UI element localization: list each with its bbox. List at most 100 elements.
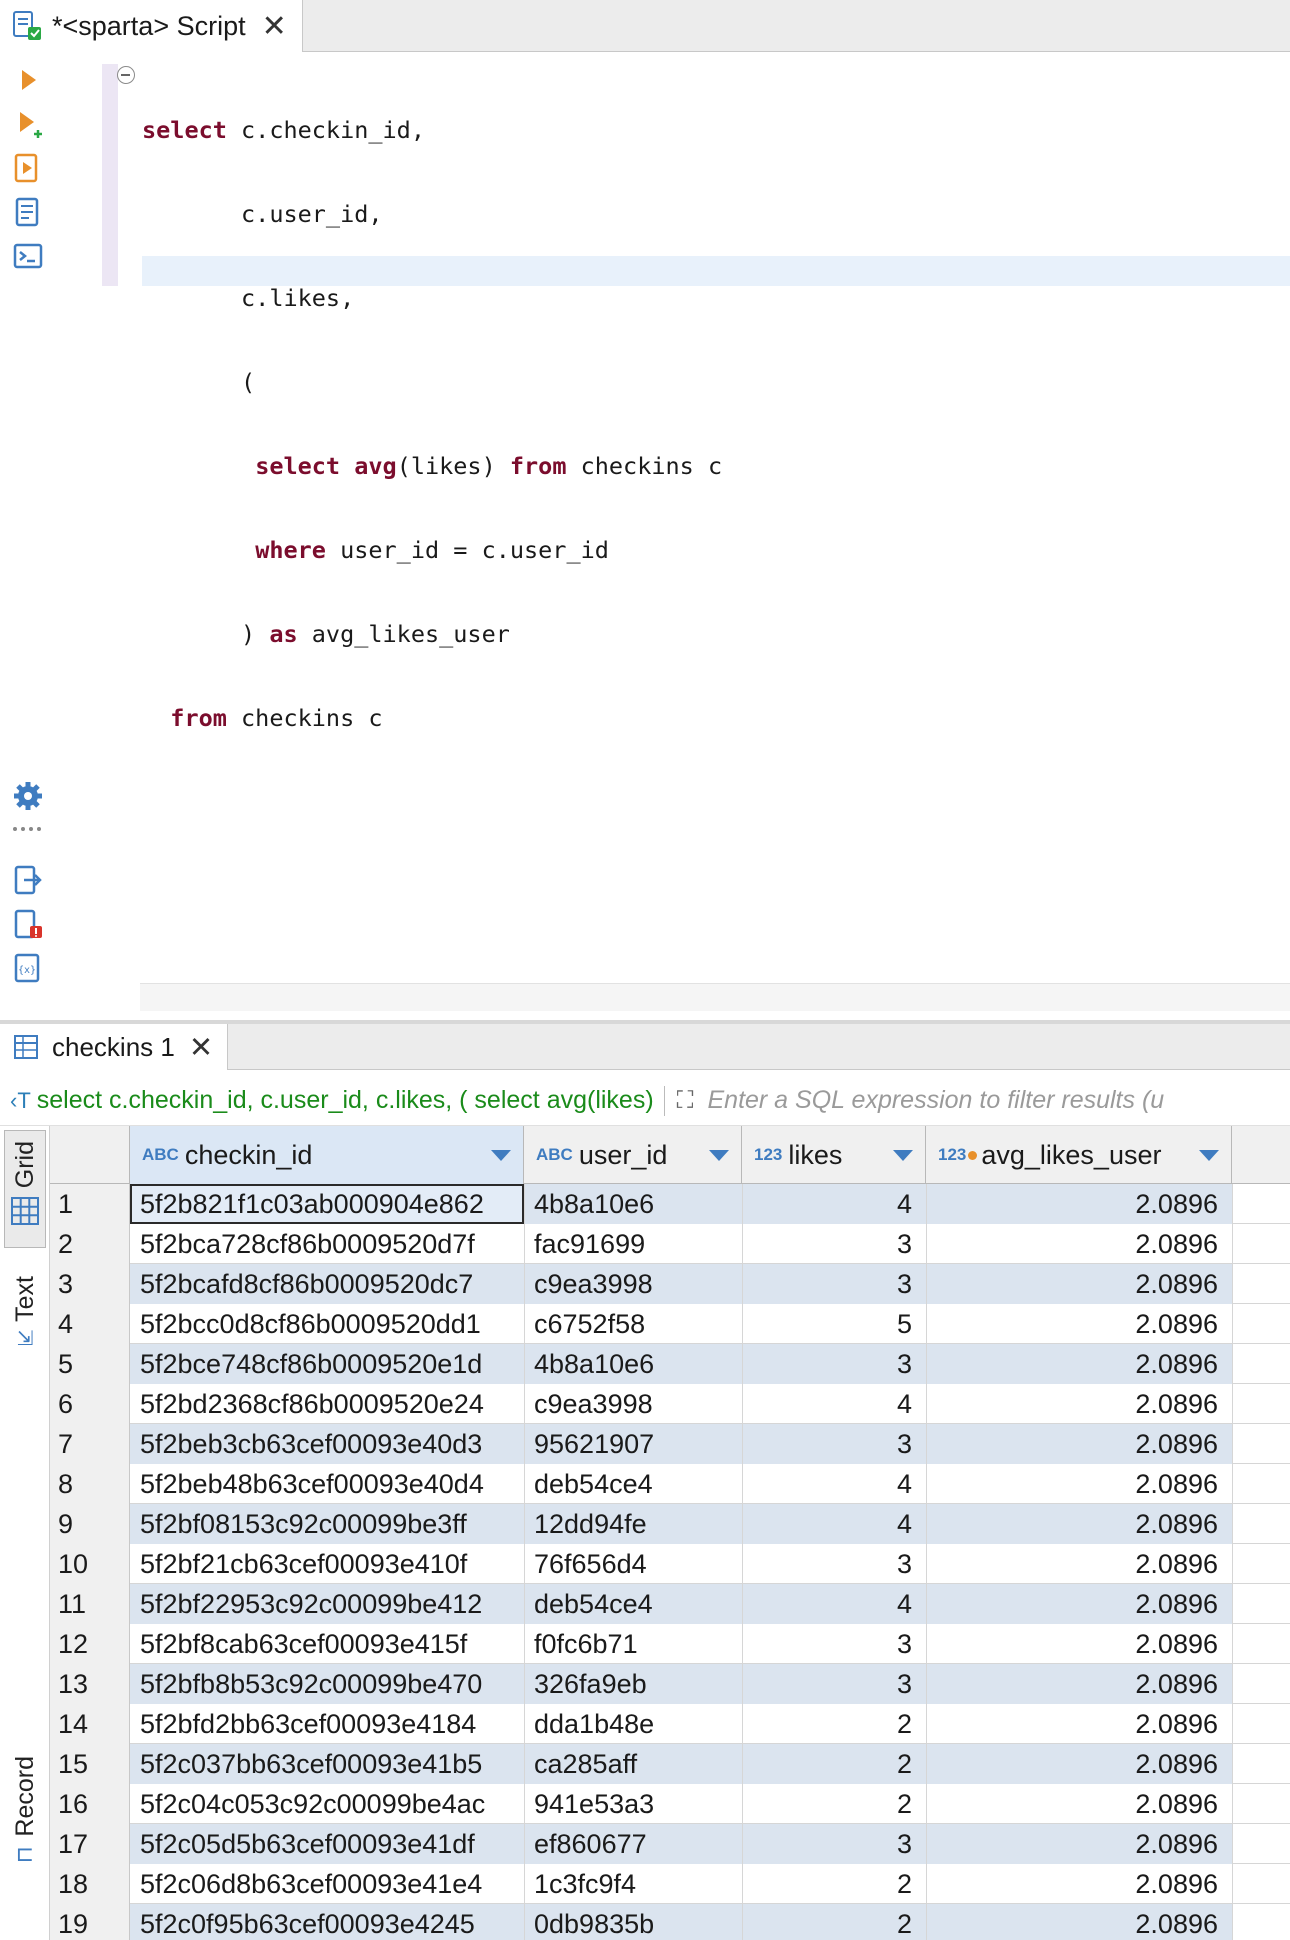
cell-user_id[interactable]: 76f656d4 — [524, 1544, 742, 1584]
execute-script-icon[interactable] — [12, 152, 44, 184]
cell-user_id[interactable]: c6752f58 — [524, 1304, 742, 1344]
cell-checkin_id[interactable]: 5f2c0f95b63cef00093e4245 — [130, 1904, 524, 1940]
cell-avg_likes_user[interactable]: 2.0896 — [926, 1464, 1232, 1504]
table-row[interactable]: 8 5f2beb48b63cef00093e40d4 deb54ce4 4 2.0896 — [50, 1464, 1290, 1504]
row-number[interactable]: 16 — [50, 1784, 130, 1824]
cell-likes[interactable]: 3 — [742, 1424, 926, 1464]
row-number[interactable]: 7 — [50, 1424, 130, 1464]
table-row[interactable]: 18 5f2c06d8b63cef00093e41e4 1c3fc9f4 2 2.089… — [50, 1864, 1290, 1904]
cell-likes[interactable]: 2 — [742, 1864, 926, 1904]
cell-likes[interactable]: 3 — [742, 1664, 926, 1704]
table-row[interactable]: 11 5f2bf22953c92c00099be412 deb54ce4 4 2.089… — [50, 1584, 1290, 1624]
cell-checkin_id[interactable]: 5f2bcafd8cf86b0009520dc7 — [130, 1264, 524, 1304]
gear-icon[interactable] — [12, 780, 44, 812]
cell-user_id[interactable]: 1c3fc9f4 — [524, 1864, 742, 1904]
cell-checkin_id[interactable]: 5f2bcc0d8cf86b0009520dd1 — [130, 1304, 524, 1344]
cell-likes[interactable]: 3 — [742, 1344, 926, 1384]
cell-avg_likes_user[interactable]: 2.0896 — [926, 1784, 1232, 1824]
cell-user_id[interactable]: ef860677 — [524, 1824, 742, 1864]
table-row[interactable]: 5 5f2bce748cf86b0009520e1d 4b8a10e6 3 2.0896 — [50, 1344, 1290, 1384]
export-icon[interactable] — [12, 864, 44, 896]
row-number[interactable]: 10 — [50, 1544, 130, 1584]
cell-user_id[interactable]: ca285aff — [524, 1744, 742, 1784]
cell-avg_likes_user[interactable]: 2.0896 — [926, 1224, 1232, 1264]
cell-likes[interactable]: 3 — [742, 1824, 926, 1864]
column-header-likes[interactable]: 123 likes — [742, 1126, 926, 1184]
row-number[interactable]: 5 — [50, 1344, 130, 1384]
cell-likes[interactable]: 3 — [742, 1224, 926, 1264]
cell-checkin_id[interactable]: 5f2bca728cf86b0009520d7f — [130, 1224, 524, 1264]
show-console-icon[interactable] — [12, 240, 44, 272]
row-number[interactable]: 8 — [50, 1464, 130, 1504]
table-row[interactable]: 16 5f2c04c053c92c00099be4ac 941e53a3 2 2.089… — [50, 1784, 1290, 1824]
row-number[interactable]: 13 — [50, 1664, 130, 1704]
table-row[interactable]: 9 5f2bf08153c92c00099be3ff 12dd94fe 4 2.0896 — [50, 1504, 1290, 1544]
cell-user_id[interactable]: 0db9835b — [524, 1904, 742, 1940]
cell-likes[interactable]: 4 — [742, 1504, 926, 1544]
cell-user_id[interactable]: 4b8a10e6 — [524, 1184, 742, 1224]
row-number[interactable]: 19 — [50, 1904, 130, 1940]
editor-tab-script[interactable]: *<sparta> Script ✕ — [0, 0, 303, 52]
table-row[interactable]: 12 5f2bf8cab63cef00093e415f f0fc6b71 3 2.089… — [50, 1624, 1290, 1664]
sort-arrow-icon[interactable] — [709, 1149, 729, 1161]
fold-collapse-icon[interactable] — [117, 66, 135, 84]
cell-user_id[interactable]: 326fa9eb — [524, 1664, 742, 1704]
row-number[interactable]: 6 — [50, 1384, 130, 1424]
row-number[interactable]: 12 — [50, 1624, 130, 1664]
cell-likes[interactable]: 3 — [742, 1264, 926, 1304]
expand-icon[interactable]: ⛶ — [677, 1087, 694, 1115]
table-row[interactable]: 10 5f2bf21cb63cef00093e410f 76f656d4 3 2.089… — [50, 1544, 1290, 1584]
cell-avg_likes_user[interactable]: 2.0896 — [926, 1184, 1232, 1224]
cell-avg_likes_user[interactable]: 2.0896 — [926, 1824, 1232, 1864]
cell-avg_likes_user[interactable]: 2.0896 — [926, 1264, 1232, 1304]
cell-avg_likes_user[interactable]: 2.0896 — [926, 1544, 1232, 1584]
cell-avg_likes_user[interactable]: 2.0896 — [926, 1424, 1232, 1464]
cell-user_id[interactable]: deb54ce4 — [524, 1464, 742, 1504]
row-number[interactable]: 15 — [50, 1744, 130, 1784]
cell-likes[interactable]: 4 — [742, 1584, 926, 1624]
close-icon[interactable]: ✕ — [262, 9, 287, 44]
cell-checkin_id[interactable]: 5f2b821f1c03ab000904e862 — [130, 1184, 524, 1224]
cell-avg_likes_user[interactable]: 2.0896 — [926, 1504, 1232, 1544]
cell-likes[interactable]: 4 — [742, 1464, 926, 1504]
table-row[interactable]: 13 5f2bfb8b53c92c00099be470 326fa9eb 3 2.089… — [50, 1664, 1290, 1704]
table-row[interactable]: 1 5f2b821f1c03ab000904e862 4b8a10e6 4 2.0896 — [50, 1184, 1290, 1224]
tab-text[interactable]: Text ⇲ — [4, 1276, 46, 1386]
cell-likes[interactable]: 2 — [742, 1704, 926, 1744]
column-header-avg_likes_user[interactable]: 123 avg_likes_user — [926, 1126, 1232, 1184]
cell-checkin_id[interactable]: 5f2c037bb63cef00093e41b5 — [130, 1744, 524, 1784]
cell-checkin_id[interactable]: 5f2bd2368cf86b0009520e24 — [130, 1384, 524, 1424]
cell-likes[interactable]: 2 — [742, 1784, 926, 1824]
cell-checkin_id[interactable]: 5f2bce748cf86b0009520e1d — [130, 1344, 524, 1384]
cell-likes[interactable]: 2 — [742, 1904, 926, 1940]
tab-grid[interactable]: Grid — [4, 1130, 46, 1248]
cell-checkin_id[interactable]: 5f2bf8cab63cef00093e415f — [130, 1624, 524, 1664]
cell-checkin_id[interactable]: 5f2c04c053c92c00099be4ac — [130, 1784, 524, 1824]
cell-avg_likes_user[interactable]: 2.0896 — [926, 1304, 1232, 1344]
table-row[interactable]: 14 5f2bfd2bb63cef00093e4184 dda1b48e 2 2.089… — [50, 1704, 1290, 1744]
more-icon[interactable] — [12, 824, 44, 834]
cell-likes[interactable]: 2 — [742, 1744, 926, 1784]
cell-avg_likes_user[interactable]: 2.0896 — [926, 1744, 1232, 1784]
cell-avg_likes_user[interactable]: 2.0896 — [926, 1664, 1232, 1704]
cell-checkin_id[interactable]: 5f2c05d5b63cef00093e41df — [130, 1824, 524, 1864]
cell-user_id[interactable]: fac91699 — [524, 1224, 742, 1264]
sort-arrow-icon[interactable] — [491, 1149, 511, 1161]
cell-user_id[interactable]: 4b8a10e6 — [524, 1344, 742, 1384]
cell-likes[interactable]: 4 — [742, 1384, 926, 1424]
cell-checkin_id[interactable]: 5f2bfb8b53c92c00099be470 — [130, 1664, 524, 1704]
variables-icon[interactable]: {x} — [12, 952, 44, 984]
cell-likes[interactable]: 4 — [742, 1184, 926, 1224]
filter-input[interactable] — [707, 1086, 1290, 1115]
cell-avg_likes_user[interactable]: 2.0896 — [926, 1384, 1232, 1424]
cell-avg_likes_user[interactable]: 2.0896 — [926, 1704, 1232, 1744]
sql-editor[interactable]: select c.checkin_id, c.user_id, c.likes,… — [142, 60, 722, 760]
cell-user_id[interactable]: c9ea3998 — [524, 1384, 742, 1424]
editor-horizontal-scrollbar[interactable] — [140, 983, 1290, 1011]
table-row[interactable]: 17 5f2c05d5b63cef00093e41df ef860677 3 2.089… — [50, 1824, 1290, 1864]
problems-icon[interactable] — [12, 908, 44, 940]
cell-user_id[interactable]: 12dd94fe — [524, 1504, 742, 1544]
cell-user_id[interactable]: 95621907 — [524, 1424, 742, 1464]
results-tab-checkins[interactable]: checkins 1 ✕ — [0, 1024, 228, 1070]
table-row[interactable]: 3 5f2bcafd8cf86b0009520dc7 c9ea3998 3 2.0896 — [50, 1264, 1290, 1304]
